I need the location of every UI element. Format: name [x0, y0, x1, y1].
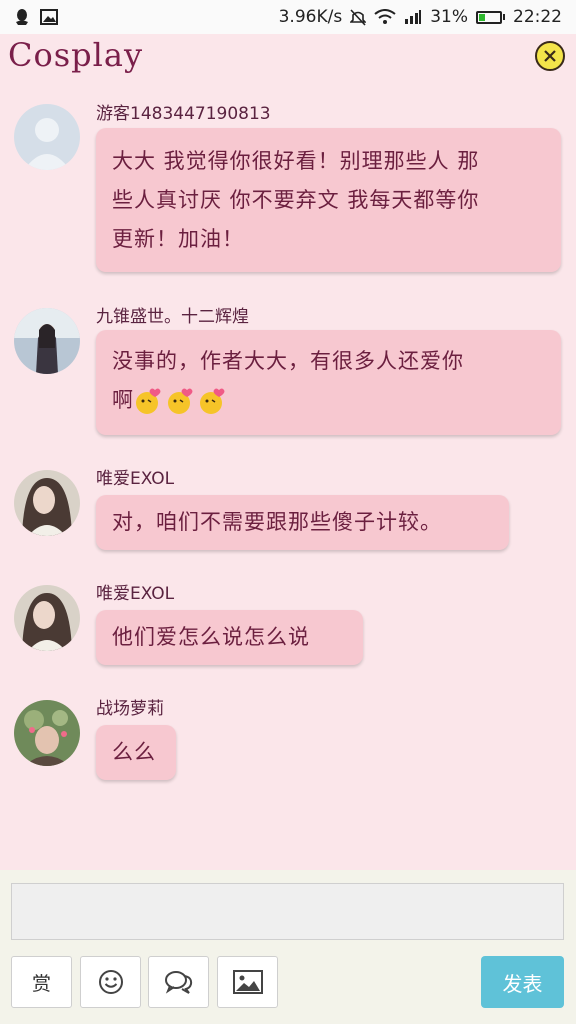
- emoji-group: [134, 387, 228, 415]
- message-line: 他们爱怎么说怎么说: [112, 625, 310, 649]
- picture-icon: [232, 970, 263, 994]
- username[interactable]: 唯爱EXOL: [96, 464, 174, 489]
- message-line: 对，咱们不需要跟那些傻子计较。: [112, 510, 442, 534]
- signal-icon: [404, 9, 422, 25]
- message-line-2: 啊: [112, 381, 545, 420]
- username[interactable]: 战场萝莉: [96, 694, 164, 719]
- reward-label: 赏: [31, 972, 51, 995]
- image-icon: [40, 9, 58, 25]
- message-bubble: 么么: [96, 725, 176, 780]
- mute-icon: [350, 8, 367, 26]
- username[interactable]: 九锥盛世。十二辉煌: [96, 302, 249, 327]
- avatar[interactable]: [14, 585, 80, 651]
- avatar[interactable]: [14, 308, 80, 374]
- network-speed: 3.96K/s: [278, 7, 343, 27]
- avatar[interactable]: [14, 700, 80, 766]
- reward-button[interactable]: 赏: [11, 956, 72, 1008]
- avatar[interactable]: [14, 470, 80, 536]
- message-bubble: 他们爱怎么说怎么说: [96, 610, 363, 665]
- status-bar: 3.96K/s 31% 22:22: [0, 0, 576, 34]
- message-bubble: 没事的，作者大大，有很多人还爱你 啊: [96, 330, 561, 435]
- send-button[interactable]: 发表: [481, 956, 564, 1008]
- emoji-button[interactable]: [80, 956, 141, 1008]
- chat-button[interactable]: [148, 956, 209, 1008]
- wifi-icon: [374, 9, 396, 25]
- chat-bubbles-icon: [164, 971, 192, 994]
- message-bubble: 对，咱们不需要跟那些傻子计较。: [96, 495, 509, 550]
- message-line: 些人真讨厌 你不要弃文 我每天都等你: [112, 188, 480, 212]
- battery-icon: [476, 10, 505, 24]
- kiss-emoji: [168, 388, 193, 414]
- message-bubble: 大大 我觉得你很好看！别理那些人 那 些人真讨厌 你不要弃文 我每天都等你 更新…: [96, 128, 561, 272]
- avatar[interactable]: [14, 104, 80, 170]
- message-line: 啊: [112, 388, 134, 412]
- close-button[interactable]: [535, 41, 565, 71]
- kiss-emoji: [200, 388, 225, 414]
- message-line: 更新！加油！: [112, 227, 244, 251]
- header: Cosplay: [0, 34, 576, 82]
- composer: 赏 发表: [0, 870, 576, 1024]
- qq-icon: [14, 8, 30, 26]
- clock: 22:22: [513, 7, 562, 27]
- page-title: Cosplay: [8, 36, 144, 74]
- comment-input[interactable]: [11, 883, 564, 940]
- username[interactable]: 游客1483447190813: [96, 99, 271, 124]
- send-label: 发表: [502, 971, 543, 996]
- close-icon: [544, 50, 556, 62]
- smiley-icon: [98, 970, 123, 994]
- battery-percent: 31%: [430, 7, 468, 27]
- message-line: 没事的，作者大大，有很多人还爱你: [112, 349, 464, 373]
- image-button[interactable]: [217, 956, 278, 1008]
- username[interactable]: 唯爱EXOL: [96, 579, 174, 604]
- message-line: 么么: [112, 740, 156, 764]
- kiss-emoji: [136, 388, 161, 414]
- message-line: 大大 我觉得你很好看！别理那些人 那: [112, 149, 480, 173]
